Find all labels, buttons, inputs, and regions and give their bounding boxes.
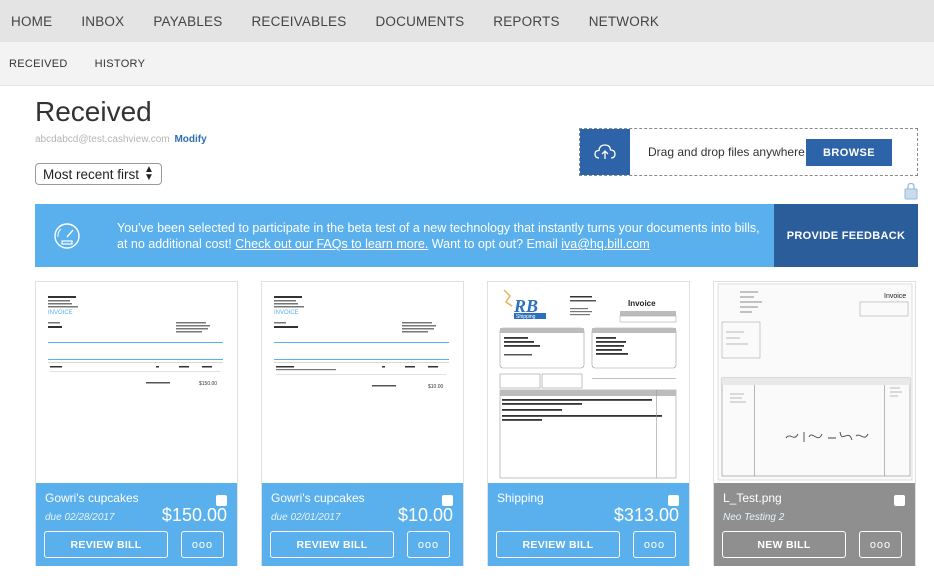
more-options-button[interactable]: ooo (181, 531, 224, 558)
invoice-preview: INVOICE $10.00 (274, 296, 449, 390)
due-date: due 02/01/2017 (271, 512, 341, 523)
invoice-preview: INVOICE $150.00 (48, 296, 223, 387)
modify-link[interactable]: Modify (174, 134, 206, 145)
bill-amount: $150.00 (161, 505, 227, 525)
provide-feedback-button[interactable]: PROVIDE FEEDBACK (774, 204, 918, 267)
review-bill-button[interactable]: REVIEW BILL (44, 531, 168, 558)
subnav-history[interactable]: HISTORY (95, 58, 146, 70)
optout-email-link[interactable]: iva@hq.bill.com (561, 237, 649, 251)
more-options-button[interactable]: ooo (633, 531, 676, 558)
sub-nav: RECEIVED HISTORY (0, 42, 934, 86)
banner-message: You've been selected to participate in t… (117, 220, 772, 252)
account-email-line: abcdabcd@test.cashview.com Modify (35, 134, 207, 145)
review-bill-button[interactable]: REVIEW BILL (496, 531, 620, 558)
card-footer: L_Test.png Neo Testing 2 NEW BILL ooo (714, 483, 915, 566)
scanned-invoice-preview: Invoice (717, 283, 913, 481)
invoice-heading: INVOICE (274, 310, 299, 316)
banner-text-optout: Want to opt out? Email (431, 237, 558, 251)
nav-payables[interactable]: PAYABLES (153, 14, 222, 29)
bill-card[interactable]: INVOICE $150.00 Gowri's cupcakes due 02/… (35, 281, 238, 566)
select-checkbox[interactable] (668, 495, 679, 506)
document-thumbnail[interactable]: INVOICE $150.00 (36, 282, 237, 482)
file-dropzone[interactable]: Drag and drop files anywhere or BROWSE (579, 128, 918, 176)
more-options-button[interactable]: ooo (859, 531, 902, 558)
select-checkbox[interactable] (894, 495, 905, 506)
document-thumbnail[interactable]: INVOICE $10.00 (262, 282, 463, 482)
bill-card[interactable]: RB Shipping Invoice Shipping $313.00 REV… (487, 281, 690, 566)
account-email: abcdabcd@test.cashview.com (35, 134, 170, 145)
invoice-heading: Invoice (628, 299, 656, 308)
nav-network[interactable]: NETWORK (589, 14, 659, 29)
select-arrows-icon: ▲ ▼ (144, 164, 154, 183)
vendor-name: Shipping (497, 491, 544, 505)
invoice-heading: INVOICE (48, 310, 73, 316)
top-nav: HOME INBOX PAYABLES RECEIVABLES DOCUMENT… (0, 0, 934, 42)
document-thumbnail[interactable]: Invoice (714, 282, 915, 482)
invoice-total: $150.00 (199, 381, 217, 387)
invoice-heading: Invoice (884, 293, 906, 300)
bill-amount: $313.00 (613, 505, 679, 525)
nav-receivables[interactable]: RECEIVABLES (251, 14, 346, 29)
nav-inbox[interactable]: INBOX (81, 14, 124, 29)
nav-documents[interactable]: DOCUMENTS (375, 14, 464, 29)
page-title: Received (35, 96, 152, 127)
browse-button[interactable]: BROWSE (806, 139, 892, 166)
gauge-icon (53, 222, 81, 250)
beta-banner: You've been selected to participate in t… (35, 204, 918, 267)
subnav-received[interactable]: RECEIVED (9, 58, 68, 70)
more-options-button[interactable]: ooo (407, 531, 450, 558)
due-date: due 02/28/2017 (45, 512, 115, 523)
nav-reports[interactable]: REPORTS (493, 14, 559, 29)
bill-card[interactable]: Invoice L_Test.png Neo Testing 2 NEW BIL… (713, 281, 916, 566)
vendor-name: Gowri's cupcakes (271, 491, 365, 505)
document-thumbnail[interactable]: RB Shipping Invoice (488, 282, 689, 482)
faq-link[interactable]: Check out our FAQs to learn more. (235, 237, 428, 251)
review-bill-button[interactable]: REVIEW BILL (270, 531, 394, 558)
card-footer: Gowri's cupcakes due 02/28/2017 $150.00 … (36, 483, 237, 566)
bill-amount: $10.00 (397, 505, 453, 525)
select-checkbox[interactable] (216, 495, 227, 506)
sort-select-value: Most recent first (43, 166, 140, 182)
nav-home[interactable]: HOME (11, 14, 52, 29)
card-footer: Shipping $313.00 REVIEW BILL ooo (488, 483, 689, 566)
dropzone-text: Drag and drop files anywhere or (648, 145, 819, 159)
invoice-total: $10.00 (428, 384, 444, 390)
select-checkbox[interactable] (442, 495, 453, 506)
card-footer: Gowri's cupcakes due 02/01/2017 $10.00 R… (262, 483, 463, 566)
document-source: Neo Testing 2 (723, 512, 785, 523)
cloud-upload-icon (580, 129, 630, 175)
lock-icon[interactable] (904, 182, 918, 200)
bill-card[interactable]: INVOICE $10.00 Gowri's cupcakes due 02/0… (261, 281, 464, 566)
invoice-preview: RB Shipping Invoice (499, 289, 677, 479)
vendor-name: Gowri's cupcakes (45, 491, 139, 505)
sort-select[interactable]: Most recent first ▲ ▼ (35, 163, 162, 185)
new-bill-button[interactable]: NEW BILL (722, 531, 846, 558)
file-name: L_Test.png (723, 491, 782, 505)
shipper-logo-subtitle: Shipping (516, 314, 536, 320)
